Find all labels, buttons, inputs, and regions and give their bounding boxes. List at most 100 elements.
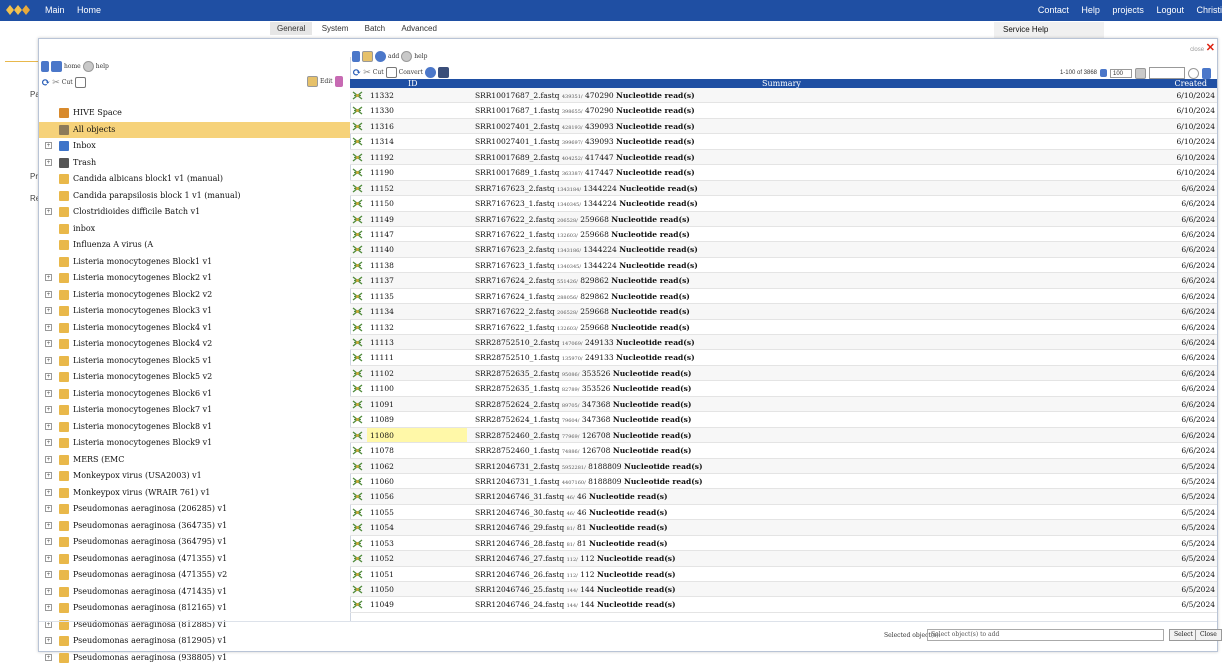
tree-node-label[interactable]: Listeria monocytogenes Block5 v2 — [73, 372, 212, 381]
row-id[interactable]: 11152 — [367, 181, 467, 195]
tab-advanced[interactable]: Advanced — [394, 22, 444, 35]
table-row[interactable]: 11192SRR10017689_2.fastq 404252/ 417447 … — [350, 150, 1217, 165]
tree-node-label[interactable]: Pseudomonas aeraginosa (364795) v1 — [73, 537, 227, 546]
tree-node-label[interactable]: Candida parapsilosis block 1 v1 (manual) — [73, 191, 241, 200]
tree-node-label[interactable]: Listeria monocytogenes Block4 v1 — [73, 323, 212, 332]
table-row[interactable]: 11053SRR12046746_28.fastq 81/ 81 Nucleot… — [350, 536, 1217, 551]
tree-node-label[interactable]: All objects — [73, 125, 115, 134]
table-row[interactable]: 11080SRR28752460_2.fastq 77969/ 126708 N… — [350, 428, 1217, 443]
help-icon[interactable] — [401, 51, 412, 62]
tab-system[interactable]: System — [315, 22, 356, 35]
add-icon[interactable] — [375, 51, 386, 62]
table-row[interactable]: 11152SRR7167623_2.fastq 1343184/ 1344224… — [350, 181, 1217, 196]
row-id[interactable]: 11091 — [367, 397, 467, 411]
grid-cut-label[interactable]: Cut — [373, 69, 384, 76]
tree-node[interactable]: +Monkeypox virus (WRAIR 761) v1 — [39, 485, 350, 502]
col-header-summary[interactable]: Summary — [762, 79, 801, 88]
tree-node[interactable]: +Listeria monocytogenes Block4 v2 — [39, 336, 350, 353]
row-id[interactable]: 11078 — [367, 443, 467, 457]
table-row[interactable]: 11137SRR7167624_2.fastq 551426/ 829862 N… — [350, 273, 1217, 288]
back-arrow-icon-pink[interactable] — [335, 76, 343, 87]
tree-node[interactable]: +Listeria monocytogenes Block2 v1 — [39, 270, 350, 287]
tree-node[interactable]: +Pseudomonas aeraginosa (364795) v1 — [39, 534, 350, 551]
row-id[interactable]: 11056 — [367, 489, 467, 503]
nav-home-link[interactable]: Home — [77, 5, 101, 15]
row-id[interactable]: 11137 — [367, 273, 467, 287]
search-icon[interactable] — [425, 67, 436, 78]
tab-batch[interactable]: Batch — [358, 22, 392, 35]
row-id[interactable]: 11060 — [367, 474, 467, 488]
tree-node-label[interactable]: Pseudomonas aeraginosa (471435) v1 — [73, 587, 227, 596]
help-icon[interactable] — [83, 61, 94, 72]
expand-icon[interactable]: + — [45, 274, 52, 281]
tree-node[interactable]: Listeria monocytogenes Block1 v1 — [39, 254, 350, 271]
filter-icon[interactable] — [1202, 68, 1211, 79]
grid-cut-icon[interactable]: ✂ — [363, 68, 371, 78]
table-row[interactable]: 11055SRR12046746_30.fastq 46/ 46 Nucleot… — [350, 505, 1217, 520]
tree-node[interactable]: Candida albicans block1 v1 (manual) — [39, 171, 350, 188]
row-id[interactable]: 11132 — [367, 320, 467, 334]
tree-node[interactable]: +Clostridioides difficile Batch v1 — [39, 204, 350, 221]
nav-contact-link[interactable]: Contact — [1038, 5, 1069, 15]
tree-node[interactable]: +Listeria monocytogenes Block9 v1 — [39, 435, 350, 452]
tree-node-label[interactable]: Pseudomonas aeraginosa (471355) v2 — [73, 570, 227, 579]
row-id[interactable]: 11051 — [367, 567, 467, 581]
expand-icon[interactable]: + — [45, 588, 52, 595]
table-row[interactable]: 11051SRR12046746_26.fastq 112/ 112 Nucle… — [350, 567, 1217, 582]
nav-logout-link[interactable]: Logout — [1156, 5, 1184, 15]
per-page-select[interactable]: 100 — [1110, 69, 1132, 78]
tree-node[interactable]: Candida parapsilosis block 1 v1 (manual) — [39, 188, 350, 205]
expand-icon[interactable]: + — [45, 654, 52, 661]
tree-node-label[interactable]: Trash — [73, 158, 96, 167]
table-row[interactable]: 11140SRR7167623_2.fastq 1343186/ 1344224… — [350, 242, 1217, 257]
row-id[interactable]: 11332 — [367, 88, 467, 102]
row-id[interactable]: 11111 — [367, 350, 467, 364]
expand-icon[interactable]: + — [45, 159, 52, 166]
tree-node-label[interactable]: Listeria monocytogenes Block4 v2 — [73, 339, 212, 348]
row-id[interactable]: 11080 — [367, 428, 467, 442]
tree-node[interactable]: +Inbox — [39, 138, 350, 155]
row-id[interactable]: 11150 — [367, 196, 467, 210]
nav-user-link[interactable]: Christi — [1196, 5, 1222, 15]
tree-node-label[interactable]: inbox — [73, 224, 95, 233]
tree-node[interactable]: Influenza A virus (A — [39, 237, 350, 254]
table-row[interactable]: 11135SRR7167624_1.fastq 288056/ 829862 N… — [350, 289, 1217, 304]
tree-node-label[interactable]: Pseudomonas aeraginosa (471355) v1 — [73, 554, 227, 563]
tree-node-label[interactable]: Listeria monocytogenes Block6 v1 — [73, 389, 212, 398]
edit-label[interactable]: Edit — [320, 78, 333, 85]
expand-icon[interactable]: + — [45, 357, 52, 364]
close-dialog-button[interactable]: close ✕ — [1190, 41, 1215, 54]
tree-node-label[interactable]: Candida albicans block1 v1 (manual) — [73, 174, 223, 183]
grid-document-icon[interactable] — [386, 67, 397, 78]
table-row[interactable]: 11056SRR12046746_31.fastq 46/ 46 Nucleot… — [350, 489, 1217, 504]
table-row[interactable]: 11316SRR10027401_2.fastq 428193/ 439093 … — [350, 119, 1217, 134]
tree-node[interactable]: + Trash — [39, 155, 350, 172]
expand-icon[interactable]: + — [45, 571, 52, 578]
tree-node[interactable]: +Listeria monocytogenes Block7 v1 — [39, 402, 350, 419]
close-icon[interactable]: ✕ — [1206, 42, 1215, 54]
table-row[interactable]: 11332SRR10017687_2.fastq 439351/ 470290 … — [350, 88, 1217, 103]
tree-node-label[interactable]: Clostridioides difficile Batch v1 — [73, 207, 200, 216]
tree-node[interactable]: +Listeria monocytogenes Block5 v1 — [39, 353, 350, 370]
tree-node[interactable]: +Listeria monocytogenes Block8 v1 — [39, 419, 350, 436]
grid-help-label[interactable]: help — [414, 53, 427, 60]
table-row[interactable]: 11060SRR12046731_1.fastq 4407160/ 818880… — [350, 474, 1217, 489]
tree-node[interactable]: + Pseudomonas aeraginosa (471355) v2 — [39, 567, 350, 584]
row-id[interactable]: 11330 — [367, 103, 467, 117]
row-id[interactable]: 11049 — [367, 597, 467, 611]
row-id[interactable]: 11089 — [367, 412, 467, 426]
table-row[interactable]: 11113SRR28752510_2.fastq 147069/ 249133 … — [350, 335, 1217, 350]
tree-node-label[interactable]: Listeria monocytogenes Block8 v1 — [73, 422, 212, 431]
table-row[interactable]: 11089SRR28752624_1.fastq 79604/ 347368 N… — [350, 412, 1217, 427]
col-header-created[interactable]: Created — [1174, 79, 1207, 88]
row-id[interactable]: 11100 — [367, 381, 467, 395]
folder-open-icon[interactable] — [362, 51, 373, 62]
cut-icon[interactable]: ✂ — [52, 78, 60, 88]
table-row[interactable]: 11050SRR12046746_25.fastq 144/ 144 Nucle… — [350, 582, 1217, 597]
tree-node[interactable]: +Pseudomonas aeraginosa (471355) v1 — [39, 551, 350, 568]
table-row[interactable]: 11190SRR10017689_1.fastq 363387/ 417447 … — [350, 165, 1217, 180]
tree-node-label[interactable]: Inbox — [73, 141, 96, 150]
table-row[interactable]: 11054SRR12046746_29.fastq 81/ 81 Nucleot… — [350, 520, 1217, 535]
select-button[interactable]: Select — [1169, 629, 1198, 641]
row-id[interactable]: 11149 — [367, 212, 467, 226]
